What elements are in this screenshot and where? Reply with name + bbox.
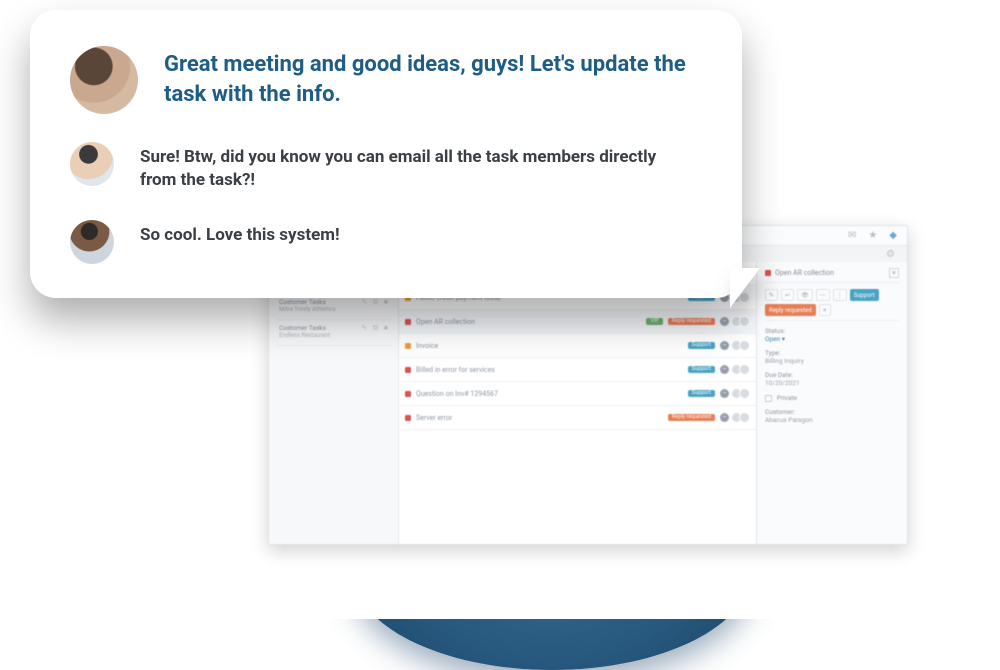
task-list-column: ✎ ⧉ ■ Customer Tasks Abacus Paragon ✎ ⧉ … [269, 262, 399, 544]
tag-remove-icon[interactable]: × [819, 304, 831, 316]
task-row[interactable]: Question on Inv# 1294567 Support− [399, 382, 756, 406]
status-pill-support[interactable]: Support [850, 289, 879, 301]
task-detail-panel: Open AR collection × ✎ ↩ 👁 ⋯ ⋮ Support R… [757, 262, 907, 544]
task-row[interactable]: Billed in error for services Support− [399, 358, 756, 382]
chat-bubble: Great meeting and good ideas, guys! Let'… [30, 10, 742, 298]
task-name: Invoice [416, 342, 683, 350]
chevron-down-icon: ▾ [782, 335, 785, 343]
reply-icon[interactable]: ↩ [781, 289, 794, 301]
task-tag: Support [688, 366, 715, 374]
status-value[interactable]: Open ▾ [765, 335, 899, 343]
collapse-icon[interactable]: − [720, 341, 729, 350]
due-label: Due Date: [765, 371, 899, 379]
avatar [739, 364, 750, 375]
task-row[interactable]: Open AR collection VIP Reply requested− [399, 310, 756, 334]
task-tag: Reply requested [668, 414, 715, 422]
avatar [70, 46, 138, 114]
list-item-actions[interactable]: ✎ ⧉ ■ [361, 298, 390, 307]
task-row[interactable]: Invoice Support− [399, 334, 756, 358]
collapse-icon[interactable]: − [720, 317, 729, 326]
avatar [739, 388, 750, 399]
avatar [70, 142, 114, 186]
priority-swatch [405, 367, 411, 373]
assignees [734, 412, 750, 423]
status-label: Status: [765, 327, 899, 335]
chat-text: Great meeting and good ideas, guys! Let'… [164, 46, 698, 109]
task-row[interactable]: Server error Reply requested− [399, 406, 756, 430]
collapse-icon[interactable]: − [720, 389, 729, 398]
list-subtitle: Mitra Trinity Athletics [279, 306, 390, 313]
collapse-icon[interactable]: − [720, 365, 729, 374]
menu-icon[interactable]: ⋮ [833, 289, 847, 301]
assignees [734, 316, 750, 327]
priority-swatch [405, 319, 411, 325]
type-label: Type: [765, 349, 899, 357]
assignees [734, 388, 750, 399]
list-item[interactable]: ✎ ⧉ ■ Customer Tasks Endless Restaurant [277, 320, 392, 346]
collapse-icon[interactable]: − [720, 413, 729, 422]
priority-swatch [405, 415, 411, 421]
star-icon[interactable]: ★ [868, 230, 877, 241]
private-checkbox[interactable]: Private [765, 393, 899, 402]
pencil-icon[interactable]: ✎ [765, 289, 778, 301]
list-item-actions[interactable]: ✎ ⧉ ■ [361, 324, 390, 333]
task-name: Open AR collection [416, 318, 641, 326]
eye-icon[interactable]: 👁 [797, 289, 813, 301]
more-icon[interactable]: ⋯ [816, 289, 830, 301]
assignees [734, 364, 750, 375]
status-pill-reply[interactable]: Reply requested [765, 304, 816, 316]
priority-swatch [405, 343, 411, 349]
priority-swatch [765, 270, 771, 276]
tasks-column: User discrepancySupport−Failed credit pa… [399, 262, 757, 544]
list-subtitle: Endless Restaurant [279, 332, 390, 339]
task-name: Question on Inv# 1294567 [416, 390, 683, 398]
chat-bubble-tail [730, 268, 760, 308]
customer-value: Abacus Paragon [765, 416, 899, 424]
assignees [734, 340, 750, 351]
avatar [70, 220, 114, 264]
chat-message: Sure! Btw, did you know you can email al… [70, 142, 698, 192]
detail-toolbar: ✎ ↩ 👁 ⋯ ⋮ Support Reply requested × [765, 289, 899, 321]
priority-swatch [405, 391, 411, 397]
task-tag: Support [688, 342, 715, 350]
chat-text: Sure! Btw, did you know you can email al… [140, 142, 680, 192]
customer-label: Customer: [765, 408, 899, 416]
chat-message: So cool. Love this system! [70, 220, 698, 264]
list-item[interactable]: ✎ ⧉ ■ Customer Tasks Mitra Trinity Athle… [277, 294, 392, 320]
app-logo-icon: ◆ [889, 230, 897, 241]
task-name: Billed in error for services [416, 366, 683, 374]
checkbox-icon[interactable] [765, 395, 772, 402]
avatar [739, 412, 750, 423]
private-label: Private [777, 394, 797, 402]
task-tag: Reply requested [668, 318, 715, 326]
detail-title: Open AR collection [775, 269, 834, 277]
gear-icon[interactable]: ⚙ [886, 249, 895, 260]
chat-text: So cool. Love this system! [140, 220, 340, 247]
task-name: Server error [416, 414, 663, 422]
avatar [739, 316, 750, 327]
mail-icon[interactable]: ✉ [848, 230, 856, 241]
chat-message: Great meeting and good ideas, guys! Let'… [70, 46, 698, 114]
type-value: Billing Inquiry [765, 357, 899, 365]
close-icon[interactable]: × [889, 268, 899, 278]
task-tag: VIP [646, 318, 662, 326]
task-tag: Support [688, 390, 715, 398]
avatar [739, 340, 750, 351]
due-value: 10/20/2021 [765, 379, 899, 387]
